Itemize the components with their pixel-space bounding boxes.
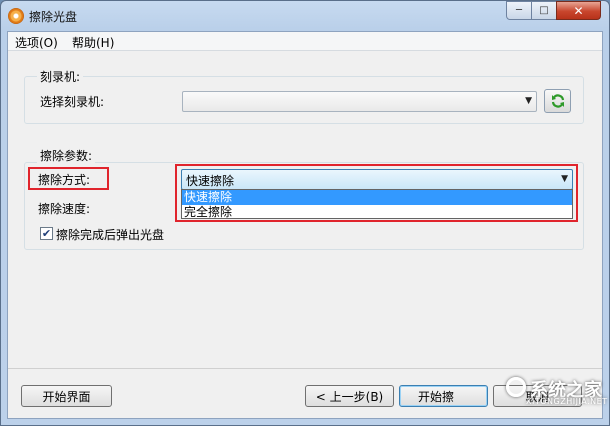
window-title: 擦除光盘 <box>29 10 78 24</box>
minimize-button[interactable]: ─ <box>506 1 532 20</box>
watermark: 系统之家 XITONGZHIJIA.NET <box>506 373 608 421</box>
start-erase-button[interactable]: 开始擦 <box>399 385 488 407</box>
refresh-icon <box>551 94 564 108</box>
erase-group-title: 擦除参数: <box>37 147 96 164</box>
menu-help[interactable]: 帮助(H) <box>69 34 117 51</box>
eject-checkbox[interactable]: ✔ <box>40 227 53 240</box>
start-screen-button[interactable]: 开始界面 <box>21 385 112 407</box>
chevron-down-icon: ▼ <box>561 174 568 184</box>
recorder-group-title: 刻录机: <box>37 68 84 85</box>
dropdown-option-quick[interactable]: 快速擦除 <box>182 190 572 205</box>
close-button[interactable]: ✕ <box>556 1 601 20</box>
disc-icon <box>8 8 24 24</box>
dropdown-option-full[interactable]: 完全擦除 <box>182 205 572 220</box>
maximize-button[interactable]: □ <box>531 1 557 20</box>
title-bar[interactable]: 擦除光盘 ─ □ ✕ <box>1 1 609 31</box>
dialog-window: 擦除光盘 ─ □ ✕ 选项(O) 帮助(H) 刻录机: 选择刻录机: ▼ 擦除参… <box>0 0 610 426</box>
eject-checkbox-label[interactable]: 擦除完成后弹出光盘 <box>56 226 164 243</box>
prev-step-button[interactable]: < 上一步(B) <box>305 385 394 407</box>
watermark-logo-icon <box>506 377 526 397</box>
erase-method-label: 擦除方式: <box>38 173 91 187</box>
chevron-down-icon: ▼ <box>525 96 532 106</box>
erase-method-select[interactable]: 快速擦除 ▼ <box>181 169 573 190</box>
watermark-subtext: XITONGZHIJIA.NET <box>526 397 608 406</box>
maximize-icon: □ <box>539 5 549 16</box>
checkmark-icon: ✔ <box>41 227 52 240</box>
menu-options[interactable]: 选项(O) <box>12 34 61 51</box>
erase-method-value: 快速擦除 <box>186 174 235 188</box>
recorder-select-label: 选择刻录机: <box>40 95 105 109</box>
erase-method-dropdown: 快速擦除 完全擦除 <box>181 189 573 219</box>
dialog-client: 选项(O) 帮助(H) 刻录机: 选择刻录机: ▼ 擦除参数: 擦除方式: 快速… <box>7 31 603 419</box>
minimize-icon: ─ <box>515 5 523 16</box>
footer-separator <box>8 368 602 369</box>
refresh-button[interactable] <box>544 89 571 113</box>
recorder-select[interactable]: ▼ <box>182 91 537 112</box>
menu-bar: 选项(O) 帮助(H) <box>8 32 602 51</box>
close-icon: ✕ <box>573 3 584 18</box>
erase-speed-label: 擦除速度: <box>38 202 91 216</box>
